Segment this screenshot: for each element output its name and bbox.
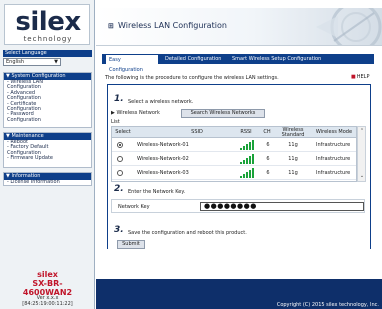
signal-bar [240, 148, 242, 150]
model-line1: silex [37, 270, 58, 279]
signal-bar [249, 170, 251, 178]
column-header-rssi: RSSI [240, 129, 252, 135]
signal-bar [243, 160, 245, 164]
sidebar: silex technology Select Language English… [0, 0, 95, 309]
standard-cell: 11g [288, 156, 298, 162]
chevron-down-icon: ▼ [54, 59, 58, 65]
nav-section-system: ▼ System Configuration - Wireless LAN Co… [3, 72, 92, 128]
signal-bar [243, 146, 245, 150]
signal-strength-icon [240, 154, 256, 164]
page-title: Wireless LAN Configuration [118, 21, 227, 30]
network-list-label: Wireless Network List [111, 110, 160, 125]
column-header-select: Select [115, 129, 131, 135]
nav-item-firmware-update[interactable]: - Firmware Update [4, 155, 91, 161]
logo-tagline: technology [23, 35, 73, 43]
nav-section-information: ▼ Information - License Information [3, 172, 92, 186]
channel-cell: 6 [266, 156, 270, 162]
column-header-ssid: SSID [191, 129, 203, 135]
signal-bar [252, 168, 254, 178]
signal-bar [249, 142, 251, 150]
copyright-text: Copyright (C) 2015 silex technology, Inc… [276, 302, 379, 308]
network-radio[interactable] [117, 170, 123, 176]
signal-bar [252, 154, 254, 164]
standard-cell: 11g [288, 170, 298, 176]
main-content: ⊞ Wireless LAN Configuration Easy Config… [96, 0, 382, 309]
help-link[interactable]: ■HELP [351, 74, 369, 80]
nav-section-maintenance: ▼ Maintenance - Reboot - Factory Default… [3, 132, 92, 168]
nav-item-license[interactable]: - License Information [4, 179, 91, 185]
table-row[interactable]: Wireless-Network-03 6 11g Infrastructure [112, 166, 356, 180]
tab-bar: Easy Configuration Detailed Configuratio… [102, 54, 374, 73]
step-number: 3. [114, 225, 124, 235]
standard-cell: 11g [288, 142, 298, 148]
model-name: silex SX-BR- 4600WAN2 [0, 270, 95, 297]
chevron-down-icon[interactable]: ⌄ [359, 173, 365, 179]
page-banner: ⊞ Wireless LAN Configuration [96, 8, 382, 46]
language-select[interactable]: English ▼ [3, 58, 61, 66]
network-radio[interactable] [117, 156, 123, 162]
tab-smart-wireless-setup[interactable]: Smart Wireless Setup Configuration [229, 54, 339, 64]
help-label: HELP [356, 74, 370, 80]
signal-bar [252, 140, 254, 150]
logo-wordmark: silex [15, 7, 81, 37]
step-number: 2. [114, 184, 124, 194]
channel-cell: 6 [266, 170, 270, 176]
signal-strength-icon [240, 140, 256, 150]
signal-bar [240, 176, 242, 178]
mode-cell: Infrastructure [316, 156, 351, 162]
model-version: Ver x.x.x [84:25:19:00:11:22] [0, 295, 95, 307]
help-book-icon: ■ [351, 74, 356, 80]
tab-detailed-configuration[interactable]: Detailed Configuration [162, 54, 228, 64]
grid-icon: ⊞ [108, 22, 114, 30]
step-instruction: Save the configuration and reboot this p… [128, 230, 247, 236]
chevron-up-icon[interactable]: ⌃ [359, 128, 365, 134]
search-networks-button[interactable]: Search Wireless Networks [181, 109, 265, 118]
network-key-row: Network Key ●●●●●●●● [111, 199, 365, 213]
table-row[interactable]: Wireless-Network-02 6 11g Infrastructure [112, 152, 356, 166]
column-header-ch: CH [263, 129, 271, 135]
signal-bar [246, 158, 248, 164]
column-header-mode: Wireless Mode [315, 129, 353, 135]
model-line2: SX-BR- [32, 279, 63, 288]
signal-strength-icon [240, 168, 256, 178]
network-list-tab[interactable]: ▶ Wireless Network List [111, 109, 161, 127]
mode-cell: Infrastructure [316, 170, 351, 176]
page-footer: Copyright (C) 2015 silex technology, Inc… [96, 279, 382, 309]
step-instruction: Enter the Network Key. [128, 189, 186, 195]
network-radio[interactable] [117, 142, 123, 148]
table-row[interactable]: Wireless-Network-01 6 11g Infrastructure [112, 138, 356, 152]
tab-easy-configuration[interactable]: Easy Configuration [105, 54, 159, 73]
language-label: Select Language [3, 50, 92, 57]
signal-bar [246, 172, 248, 178]
step-number: 1. [114, 94, 124, 104]
banner-decoration [316, 8, 382, 45]
silex-logo: silex technology [4, 4, 90, 45]
table-scrollbar[interactable]: ⌃ ⌄ [357, 126, 366, 182]
network-key-input[interactable]: ●●●●●●●● [200, 202, 364, 211]
build-text: [84:25:19:00:11:22] [22, 300, 73, 307]
signal-bar [243, 174, 245, 178]
ssid-cell: Wireless-Network-01 [137, 142, 189, 148]
nav-item-password-cont[interactable]: Configuration [4, 117, 91, 123]
triangle-right-icon: ▶ [111, 110, 115, 116]
ssid-cell: Wireless-Network-03 [137, 170, 189, 176]
signal-bar [249, 156, 251, 164]
intro-text: The following is the procedure to config… [105, 75, 279, 81]
signal-bar [246, 144, 248, 150]
mode-cell: Infrastructure [316, 142, 351, 148]
network-table: Select SSID RSSI CH Wireless Standard Wi… [111, 126, 357, 182]
column-header-standard: Wireless Standard [276, 127, 310, 138]
step-instruction: Select a wireless network. [128, 99, 194, 105]
signal-bar [240, 162, 242, 164]
submit-button[interactable]: Submit [117, 240, 145, 249]
table-header: Select SSID RSSI CH Wireless Standard Wi… [112, 127, 356, 138]
channel-cell: 6 [266, 142, 270, 148]
network-key-label: Network Key [118, 204, 150, 210]
ssid-cell: Wireless-Network-02 [137, 156, 189, 162]
language-value: English [6, 59, 25, 65]
